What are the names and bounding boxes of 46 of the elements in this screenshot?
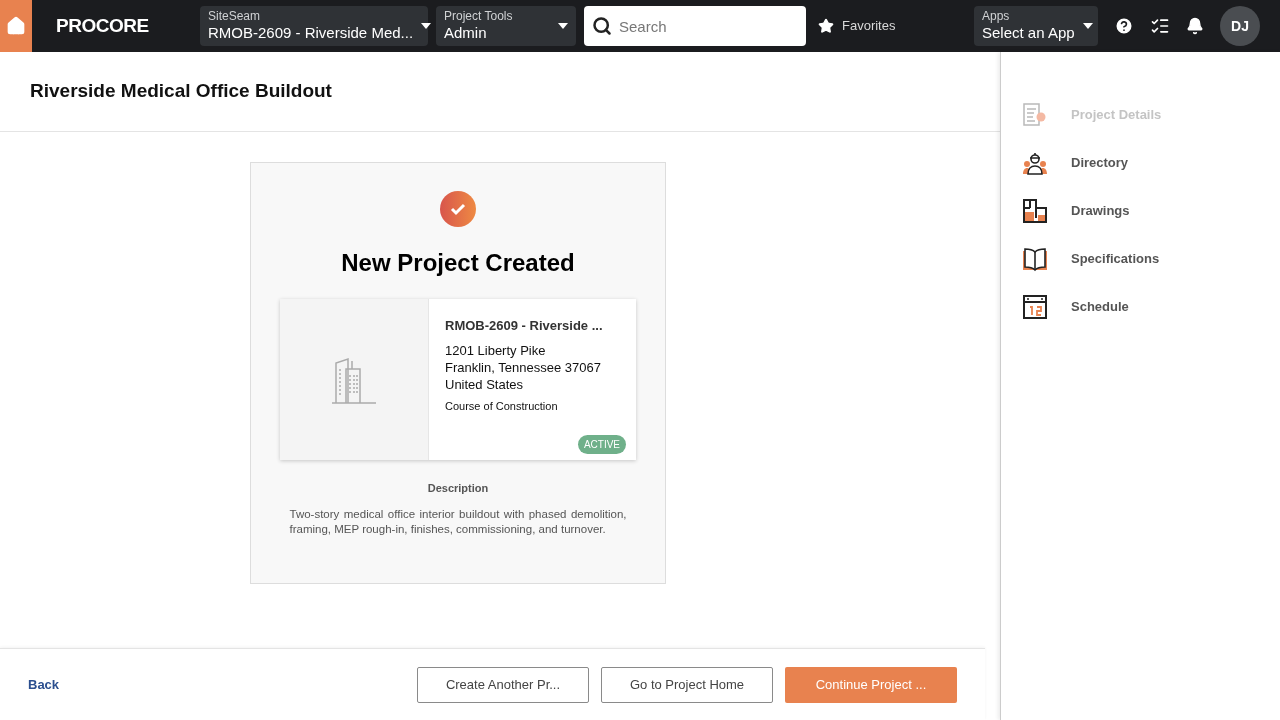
checklist-icon[interactable] — [1150, 16, 1170, 36]
address-line: United States — [445, 375, 525, 393]
caret-icon — [1082, 23, 1093, 29]
search-icon — [592, 16, 612, 36]
help-icon[interactable] — [1114, 16, 1134, 36]
picker-value: Admin — [444, 24, 488, 43]
project-stage: Course of Construction — [445, 398, 559, 414]
picker-label: Project Tools — [444, 9, 513, 25]
picker-label: Apps — [982, 9, 1011, 25]
side-nav-item[interactable]: Directory — [1022, 150, 1280, 176]
bell-icon[interactable] — [1186, 17, 1204, 35]
side-nav-item[interactable]: Specifications — [1022, 246, 1280, 272]
people-icon — [1022, 150, 1048, 176]
page-title: Riverside Medical Office Buildout — [30, 79, 332, 104]
dropdown-picker[interactable]: Apps Select an App — [974, 6, 1098, 46]
home-icon — [6, 16, 26, 36]
home-button[interactable] — [0, 0, 32, 52]
star-icon — [818, 18, 834, 34]
floor-plan-icon — [1022, 198, 1048, 224]
status-badge: ACTIVE — [577, 435, 626, 454]
description-text: Two-story medical office interior buildout with phased demolition, framing, MEP rough-in, finishes, commissioning, and turnover. — [289, 506, 627, 537]
dropdown-picker[interactable]: Project Tools Admin — [436, 6, 576, 46]
side-nav-item[interactable]: Schedule — [1022, 294, 1280, 320]
footer-button[interactable]: Create Another Pr... — [417, 666, 589, 703]
document-icon — [1022, 102, 1048, 128]
side-nav-item[interactable]: Drawings — [1022, 198, 1280, 224]
address-line: Franklin, Tennessee 37067 — [445, 358, 602, 376]
dropdown-picker[interactable]: SiteSeam RMOB-2609 - Riverside Med... — [200, 6, 428, 46]
picker-value: RMOB-2609 - Riverside Med... — [208, 24, 414, 43]
search-field[interactable]: Search — [584, 6, 806, 46]
footer-button[interactable]: Go to Project Home — [601, 666, 773, 703]
caret-icon — [558, 23, 568, 29]
description-label: Description — [427, 481, 489, 496]
book-icon — [1022, 246, 1048, 272]
caret-icon — [421, 23, 432, 29]
picker-label: SiteSeam — [208, 9, 262, 25]
favorites-button[interactable]: Favorites — [818, 16, 966, 36]
logo: PROCORE — [56, 13, 150, 38]
project-name: RMOB-2609 - Riverside ... — [445, 317, 604, 335]
picker-value: Select an App — [982, 24, 1075, 43]
back-link[interactable]: Back — [28, 674, 60, 695]
check-icon — [440, 191, 476, 227]
user-avatar[interactable]: DJ — [1220, 6, 1260, 46]
calendar-icon — [1022, 294, 1048, 320]
card-heading: New Project Created — [341, 248, 575, 278]
address-line: 1201 Liberty Pike — [445, 341, 547, 359]
